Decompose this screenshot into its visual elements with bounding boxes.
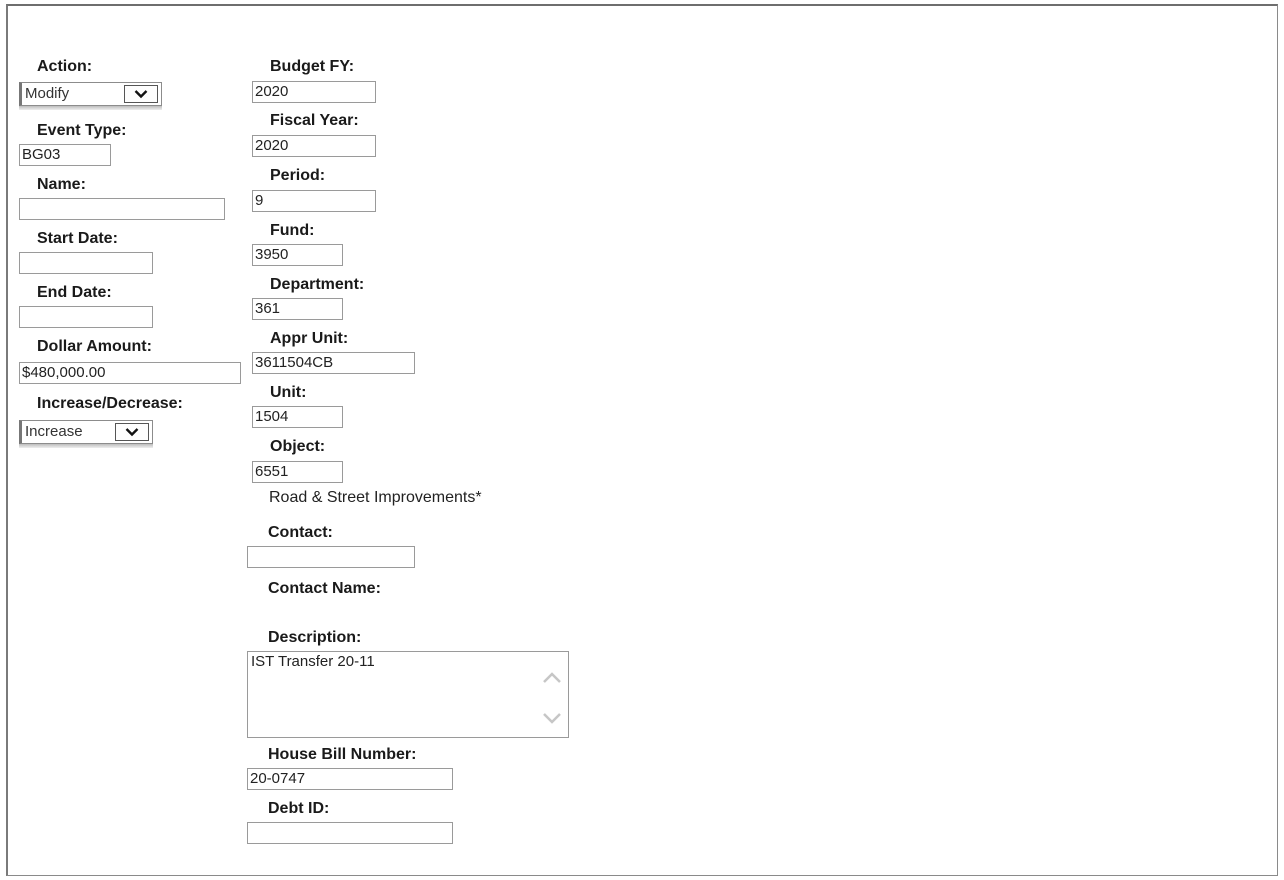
name-label: Name: bbox=[37, 176, 86, 193]
form-frame bbox=[6, 4, 1278, 876]
dollar-amount-label: Dollar Amount: bbox=[37, 338, 152, 355]
increase-decrease-select[interactable]: Increase bbox=[19, 420, 153, 448]
debt-id-label: Debt ID: bbox=[268, 800, 330, 817]
house-bill-number-label: House Bill Number: bbox=[268, 746, 417, 763]
chevron-down-icon bbox=[125, 428, 139, 437]
house-bill-number-field[interactable]: 20-0747 bbox=[247, 768, 453, 790]
scroll-up-icon[interactable] bbox=[540, 666, 564, 690]
scroll-down-icon[interactable] bbox=[540, 706, 564, 730]
object-label: Object: bbox=[270, 438, 326, 455]
increase-decrease-label: Increase/Decrease: bbox=[37, 395, 183, 412]
event-type-label: Event Type: bbox=[37, 122, 127, 139]
increase-decrease-dropdown-button[interactable] bbox=[115, 423, 149, 441]
appr-unit-field[interactable]: 3611504CB bbox=[252, 352, 415, 374]
department-field[interactable]: 361 bbox=[252, 298, 343, 320]
name-field[interactable] bbox=[19, 198, 225, 220]
start-date-field[interactable] bbox=[19, 252, 153, 274]
budget-fy-label: Budget FY: bbox=[270, 58, 355, 75]
budget-fy-field[interactable]: 2020 bbox=[252, 81, 376, 103]
description-textarea[interactable]: IST Transfer 20-11 bbox=[247, 651, 569, 738]
fiscal-year-field[interactable]: 2020 bbox=[252, 135, 376, 157]
debt-id-field[interactable] bbox=[247, 822, 453, 844]
action-label: Action: bbox=[37, 58, 93, 75]
select-shadow bbox=[19, 444, 153, 448]
increase-decrease-select-value: Increase bbox=[25, 423, 83, 440]
unit-field[interactable]: 1504 bbox=[252, 406, 343, 428]
fund-label: Fund: bbox=[270, 222, 315, 239]
end-date-label: End Date: bbox=[37, 284, 112, 301]
period-field[interactable]: 9 bbox=[252, 190, 376, 212]
chevron-down-icon bbox=[134, 90, 148, 99]
description-label: Description: bbox=[268, 629, 362, 646]
select-shadow bbox=[19, 106, 162, 110]
object-field[interactable]: 6551 bbox=[252, 461, 343, 483]
description-text: IST Transfer 20-11 bbox=[251, 653, 375, 670]
end-date-field[interactable] bbox=[19, 306, 153, 328]
object-description: Road & Street Improvements* bbox=[269, 489, 482, 506]
description-scrollbar[interactable] bbox=[540, 662, 564, 732]
dollar-amount-field[interactable]: $480,000.00 bbox=[19, 362, 241, 384]
unit-label: Unit: bbox=[270, 384, 307, 401]
contact-name-label: Contact Name: bbox=[268, 580, 381, 597]
appr-unit-label: Appr Unit: bbox=[270, 330, 349, 347]
event-type-field[interactable]: BG03 bbox=[19, 144, 111, 166]
department-label: Department: bbox=[270, 276, 365, 293]
fiscal-year-label: Fiscal Year: bbox=[270, 112, 359, 129]
start-date-label: Start Date: bbox=[37, 230, 118, 247]
action-dropdown-button[interactable] bbox=[124, 85, 158, 103]
fund-field[interactable]: 3950 bbox=[252, 244, 343, 266]
period-label: Period: bbox=[270, 167, 326, 184]
action-select[interactable]: Modify bbox=[19, 82, 162, 110]
contact-field[interactable] bbox=[247, 546, 415, 568]
contact-label: Contact: bbox=[268, 524, 333, 541]
action-select-value: Modify bbox=[25, 85, 70, 102]
